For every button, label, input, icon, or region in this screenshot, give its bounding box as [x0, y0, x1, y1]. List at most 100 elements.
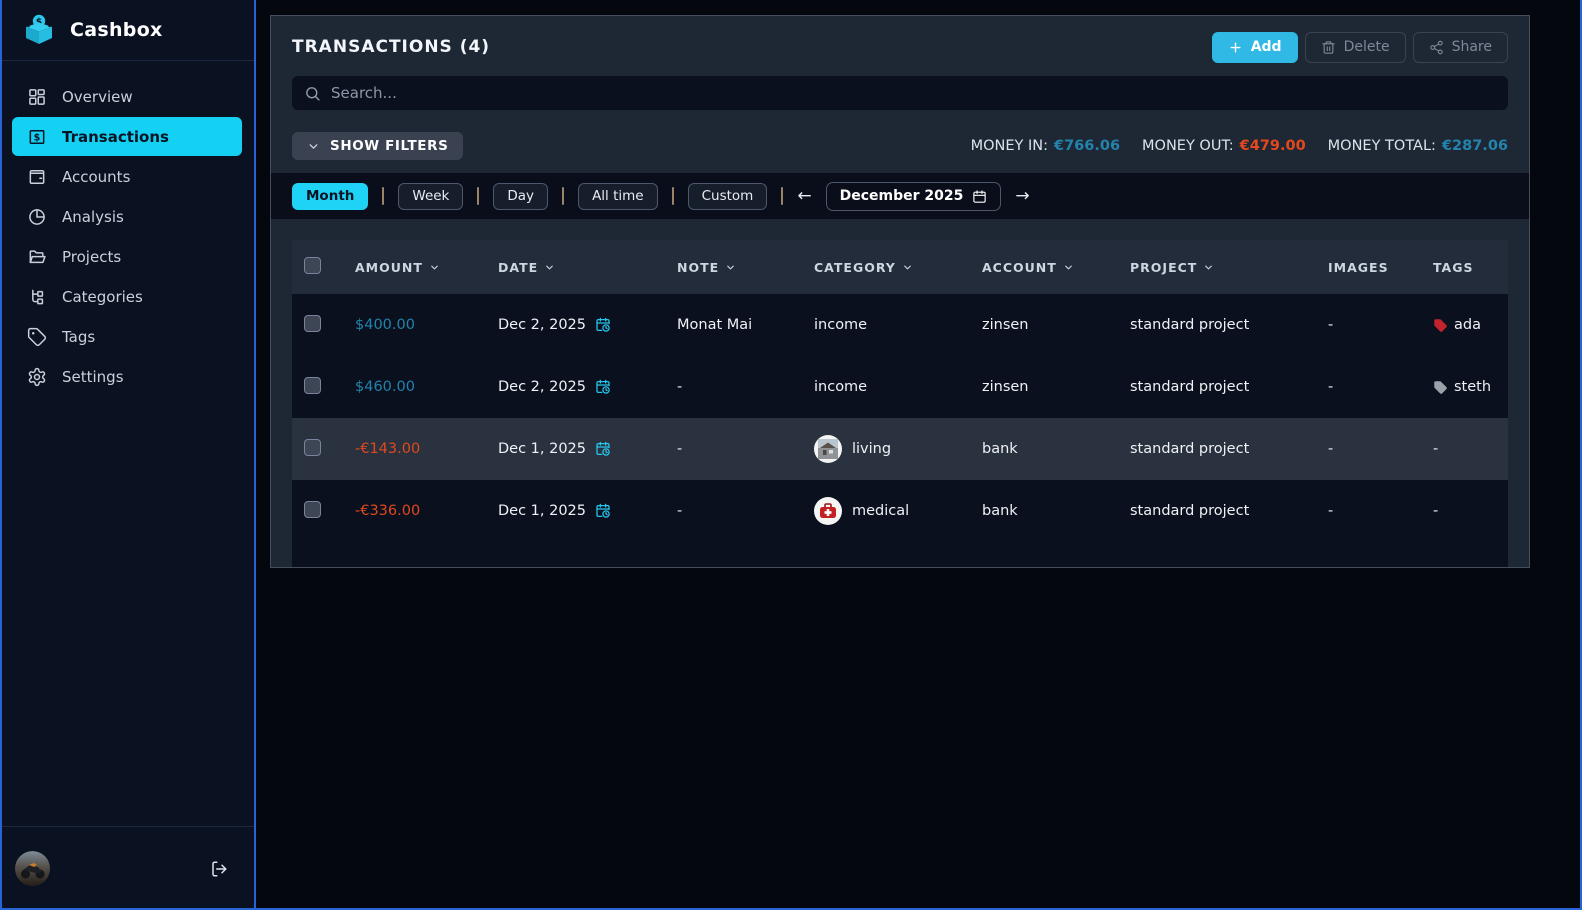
images-cell: -: [1328, 503, 1433, 519]
period-day-button[interactable]: Day: [493, 183, 548, 210]
images-cell: -: [1328, 317, 1433, 333]
sidebar-item-overview[interactable]: Overview: [12, 77, 242, 116]
row-checkbox[interactable]: [304, 377, 321, 394]
tag-grey-icon: [1433, 380, 1448, 395]
category-cell: medical: [814, 497, 982, 525]
column-header-note[interactable]: NOTE: [677, 260, 814, 275]
period-week-button[interactable]: Week: [398, 183, 463, 210]
column-header-project[interactable]: PROJECT: [1130, 260, 1328, 275]
table-row[interactable]: -€143.00 Dec 1, 2025 - living bank stand…: [292, 418, 1508, 480]
column-header-amount[interactable]: AMOUNT: [355, 260, 498, 275]
calendar-clock-icon[interactable]: [595, 503, 611, 519]
project-cell: standard project: [1130, 379, 1328, 395]
category-label: medical: [852, 503, 909, 519]
cashbox-logo-icon: $: [20, 11, 58, 49]
share-button-label: Share: [1452, 39, 1492, 55]
column-header-date[interactable]: DATE: [498, 260, 677, 275]
row-checkbox[interactable]: [304, 439, 321, 456]
sidebar-item-transactions[interactable]: $ Transactions: [12, 117, 242, 156]
category-label: living: [852, 441, 891, 457]
table-row[interactable]: -€336.00 Dec 1, 2025 - medical bank stan…: [292, 480, 1508, 542]
money-summary: MONEY IN: €766.06 MONEY OUT: €479.00 MON…: [971, 138, 1508, 154]
share-icon: [1429, 40, 1444, 55]
account-cell: zinsen: [982, 317, 1130, 333]
period-month-button[interactable]: Month: [292, 183, 368, 210]
sidebar-item-accounts[interactable]: Accounts: [12, 157, 242, 196]
tag-red-icon: [1433, 318, 1448, 333]
sidebar-item-label: Accounts: [62, 168, 130, 186]
tags-cell: -: [1433, 503, 1508, 519]
row-checkbox[interactable]: [304, 315, 321, 332]
money-out-value: €479.00: [1240, 138, 1306, 154]
separator: [781, 187, 783, 205]
current-period-button[interactable]: December 2025: [826, 182, 1002, 211]
row-checkbox[interactable]: [304, 501, 321, 518]
column-header-label: AMOUNT: [355, 260, 423, 275]
current-period-label: December 2025: [840, 188, 964, 204]
select-all-checkbox[interactable]: [304, 257, 321, 274]
sort-chevron-icon: [902, 262, 913, 273]
column-header-label: CATEGORY: [814, 260, 896, 275]
sidebar-item-label: Transactions: [62, 128, 169, 146]
calendar-clock-icon[interactable]: [595, 441, 611, 457]
main-content: TRANSACTIONS (4) Add Delete Share: [256, 0, 1582, 568]
sidebar-item-label: Categories: [62, 288, 143, 306]
previous-month-button[interactable]: ←: [797, 188, 811, 205]
column-header-tags: TAGS: [1433, 260, 1508, 275]
table-row[interactable]: $400.00 Dec 2, 2025 Monat Mai income zin…: [292, 294, 1508, 356]
column-header-label: PROJECT: [1130, 260, 1197, 275]
sidebar: $ Cashbox Overview $ Transactions Accoun…: [0, 0, 256, 910]
column-header-label: TAGS: [1433, 260, 1474, 275]
living-category-image: [814, 435, 842, 463]
wallet-icon: [27, 167, 47, 187]
note-cell: Monat Mai: [677, 317, 814, 333]
calendar-clock-icon[interactable]: [595, 379, 611, 395]
trash-icon: [1321, 40, 1336, 55]
tag-label: steth: [1454, 379, 1491, 395]
dashboard-grid-icon: [27, 87, 47, 107]
amount-cell: $400.00: [355, 317, 498, 333]
table-header-row: AMOUNT DATE NOTE CATEGORY: [292, 240, 1508, 294]
date-value: Dec 1, 2025: [498, 441, 586, 457]
date-cell: Dec 2, 2025: [498, 317, 677, 333]
app-title: Cashbox: [70, 19, 163, 41]
show-filters-button[interactable]: SHOW FILTERS: [292, 132, 463, 160]
separator: [477, 187, 479, 205]
sidebar-item-tags[interactable]: Tags: [12, 317, 242, 356]
sidebar-item-settings[interactable]: Settings: [12, 357, 242, 396]
tags-cell: -: [1433, 441, 1508, 457]
sidebar-item-projects[interactable]: Projects: [12, 237, 242, 276]
share-button[interactable]: Share: [1413, 32, 1508, 63]
date-cell: Dec 2, 2025: [498, 379, 677, 395]
add-button[interactable]: Add: [1212, 32, 1298, 63]
sidebar-item-analysis[interactable]: Analysis: [12, 197, 242, 236]
project-cell: standard project: [1130, 503, 1328, 519]
search-icon: [304, 85, 321, 102]
search-input[interactable]: [331, 84, 1496, 102]
calendar-clock-icon[interactable]: [595, 317, 611, 333]
column-header-category[interactable]: CATEGORY: [814, 260, 982, 275]
column-header-label: DATE: [498, 260, 538, 275]
delete-button[interactable]: Delete: [1305, 32, 1406, 63]
table-row[interactable]: $460.00 Dec 2, 2025 - income zinsen stan…: [292, 356, 1508, 418]
log-out-icon: [210, 860, 228, 878]
next-month-button[interactable]: →: [1015, 188, 1029, 205]
search-box[interactable]: [292, 76, 1508, 110]
show-filters-label: SHOW FILTERS: [330, 138, 448, 154]
period-custom-button[interactable]: Custom: [688, 183, 768, 210]
column-header-account[interactable]: ACCOUNT: [982, 260, 1130, 275]
tags-cell: ada: [1433, 317, 1508, 333]
account-cell: zinsen: [982, 379, 1130, 395]
user-avatar[interactable]: [15, 851, 50, 886]
date-value: Dec 2, 2025: [498, 317, 586, 333]
money-total-value: €287.06: [1442, 138, 1508, 154]
period-alltime-button[interactable]: All time: [578, 183, 658, 210]
tag-label: -: [1433, 441, 1438, 457]
category-cell: living: [814, 435, 982, 463]
sort-chevron-icon: [1063, 262, 1074, 273]
sidebar-item-categories[interactable]: Categories: [12, 277, 242, 316]
account-cell: bank: [982, 503, 1130, 519]
logout-button[interactable]: [210, 860, 228, 878]
project-cell: standard project: [1130, 317, 1328, 333]
money-in-value: €766.06: [1054, 138, 1120, 154]
